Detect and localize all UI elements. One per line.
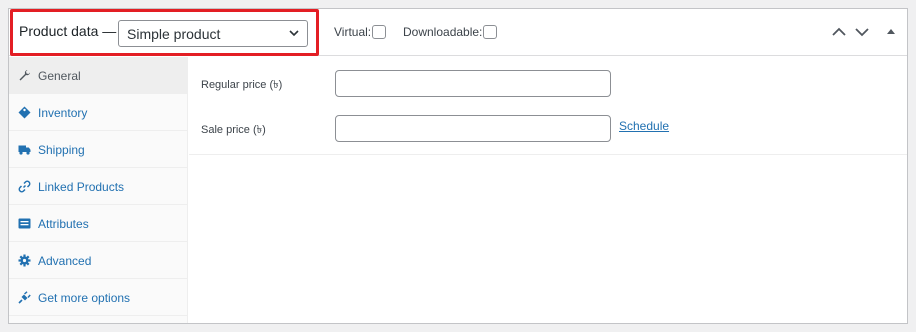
product-type-selected: Simple product: [127, 26, 221, 42]
wrench-icon: [19, 70, 30, 81]
virtual-checkbox[interactable]: [372, 25, 387, 39]
product-data-panel: Product data — Simple product Virtual: D…: [8, 8, 908, 324]
tab-attributes[interactable]: Attributes: [9, 205, 187, 242]
general-options-panel: Regular price (৳) Sale price (৳) Schedul…: [189, 57, 907, 155]
product-type-select[interactable]: Simple product: [118, 20, 308, 47]
tab-label: Advanced: [38, 254, 92, 268]
tab-inventory[interactable]: Inventory: [9, 94, 187, 131]
tab-linked-products[interactable]: Linked Products: [9, 168, 187, 205]
tag-icon: [18, 106, 31, 119]
sale-price-label: Sale price (৳): [201, 124, 266, 136]
tab-label: General: [38, 69, 81, 83]
virtual-option: Virtual:: [334, 25, 387, 39]
tab-general[interactable]: General: [9, 57, 187, 94]
chevron-down-icon: [289, 30, 299, 37]
sale-price-input[interactable]: [335, 115, 611, 142]
plugin-icon: [18, 291, 31, 304]
link-icon: [18, 180, 31, 193]
gear-icon: [18, 254, 31, 267]
downloadable-checkbox[interactable]: [483, 25, 498, 39]
downloadable-label: Downloadable:: [403, 25, 483, 39]
tab-get-more-options[interactable]: Get more options: [9, 279, 187, 316]
regular-price-label: Regular price (৳): [201, 79, 283, 91]
virtual-label: Virtual:: [334, 25, 372, 39]
move-up-icon[interactable]: [831, 24, 847, 40]
tab-label: Attributes: [38, 217, 89, 231]
tab-label: Linked Products: [38, 180, 125, 194]
tab-label: Shipping: [38, 143, 85, 157]
truck-icon: [18, 145, 31, 155]
tab-label: Get more options: [38, 291, 131, 305]
product-data-label: Product data —: [19, 23, 117, 39]
schedule-link[interactable]: Schedule: [619, 119, 669, 133]
product-data-header: Product data — Simple product Virtual: D…: [9, 9, 907, 56]
product-data-tabs: General Inventory Shipping Linked Produc…: [9, 57, 188, 323]
tab-shipping[interactable]: Shipping: [9, 131, 187, 168]
tab-advanced[interactable]: Advanced: [9, 242, 187, 279]
toggle-panel-icon[interactable]: [883, 24, 899, 40]
tab-label: Inventory: [38, 106, 88, 120]
downloadable-option: Downloadable:: [403, 25, 498, 39]
list-icon: [18, 218, 31, 229]
regular-price-input[interactable]: [335, 70, 611, 97]
move-down-icon[interactable]: [854, 24, 870, 40]
